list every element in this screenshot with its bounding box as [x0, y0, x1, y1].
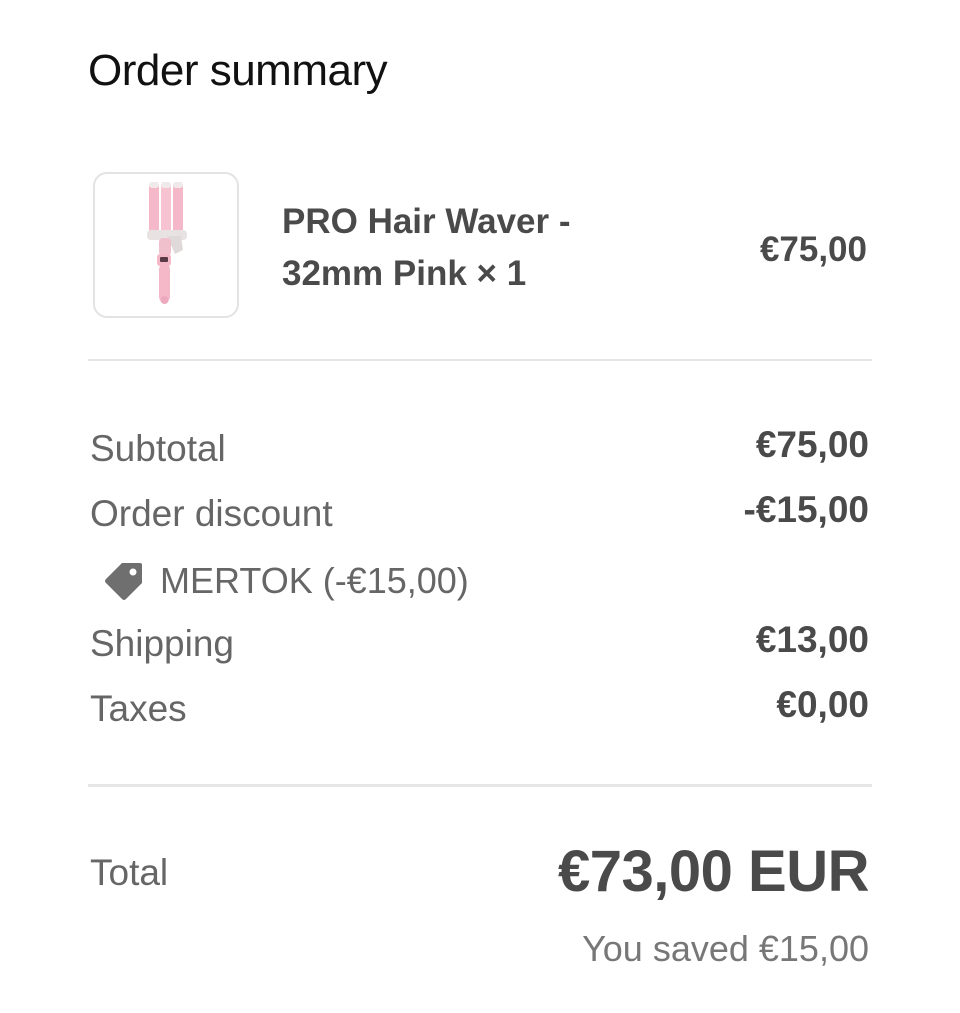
product-name-line2: 32mm Pink × 1: [282, 254, 527, 293]
hair-waver-image: [147, 182, 187, 304]
divider: [88, 784, 872, 787]
savings-text: You saved €15,00: [582, 928, 869, 969]
subtotal-row: Subtotal €75,00: [90, 424, 869, 474]
discount-row: Order discount -€15,00: [90, 489, 869, 539]
taxes-value: €0,00: [776, 684, 869, 725]
total-value: €73,00 EUR: [558, 839, 869, 904]
subtotal-value: €75,00: [755, 424, 869, 465]
subtotal-label: Subtotal: [90, 428, 226, 469]
tag-icon: [100, 557, 148, 605]
shipping-value: €13,00: [755, 619, 869, 660]
discount-value: -€15,00: [743, 489, 870, 530]
shipping-row: Shipping €13,00: [90, 619, 869, 669]
product-name: PRO Hair Waver - 32mm Pink × 1: [282, 196, 642, 300]
divider: [88, 359, 872, 361]
shipping-label: Shipping: [90, 623, 235, 664]
taxes-row: Taxes €0,00: [90, 684, 869, 734]
discount-code-text: MERTOK (-€15,00): [160, 560, 469, 601]
total-label: Total: [90, 852, 169, 893]
product-name-line1: PRO Hair Waver -: [282, 202, 571, 241]
discount-code: MERTOK (-€15,00): [100, 556, 469, 606]
product-price: €75,00: [759, 230, 867, 269]
discount-label: Order discount: [90, 493, 333, 534]
taxes-label: Taxes: [90, 688, 187, 729]
page-title: Order summary: [88, 46, 388, 95]
product-image: [93, 172, 239, 318]
